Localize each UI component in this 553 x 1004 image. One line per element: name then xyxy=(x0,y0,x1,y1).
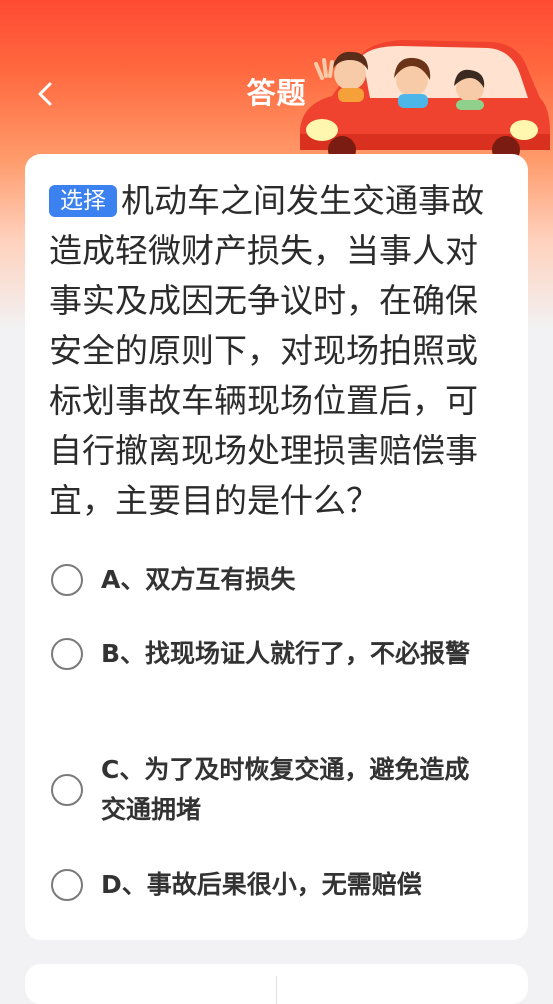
option-a[interactable]: A、双方互有损失 xyxy=(51,560,491,600)
option-label: A、双方互有损失 xyxy=(101,565,296,594)
radio-circle-icon[interactable] xyxy=(51,638,83,670)
question-block: 选择 机动车之间发生交通事故造成轻微财产损失，当事人对事实及成因无争议时，在确保安… xyxy=(49,176,509,526)
radio-circle-icon[interactable] xyxy=(51,774,83,806)
family-car-illustration xyxy=(300,40,550,158)
option-c[interactable]: C、为了及时恢复交通，避免造成交通拥堵 xyxy=(51,750,491,830)
question-text: 机动车之间发生交通事故造成轻微财产损失，当事人对事实及成因无争议时，在确保安全的… xyxy=(49,181,484,520)
option-label: D、事故后果很小，无需赔偿 xyxy=(101,870,422,899)
question-type-badge: 选择 xyxy=(49,185,117,217)
option-b[interactable]: B、找现场证人就行了，不必报警 xyxy=(51,634,491,674)
divider xyxy=(276,976,277,1004)
option-label: B、找现场证人就行了，不必报警 xyxy=(101,639,471,668)
radio-circle-icon[interactable] xyxy=(51,564,83,596)
question-card: 选择 机动车之间发生交通事故造成轻微财产损失，当事人对事实及成因无争议时，在确保安… xyxy=(25,154,528,940)
radio-circle-icon[interactable] xyxy=(51,869,83,901)
option-label: C、为了及时恢复交通，避免造成交通拥堵 xyxy=(101,755,470,824)
bottom-action-bar xyxy=(25,964,528,1004)
option-d[interactable]: D、事故后果很小，无需赔偿 xyxy=(51,865,491,905)
